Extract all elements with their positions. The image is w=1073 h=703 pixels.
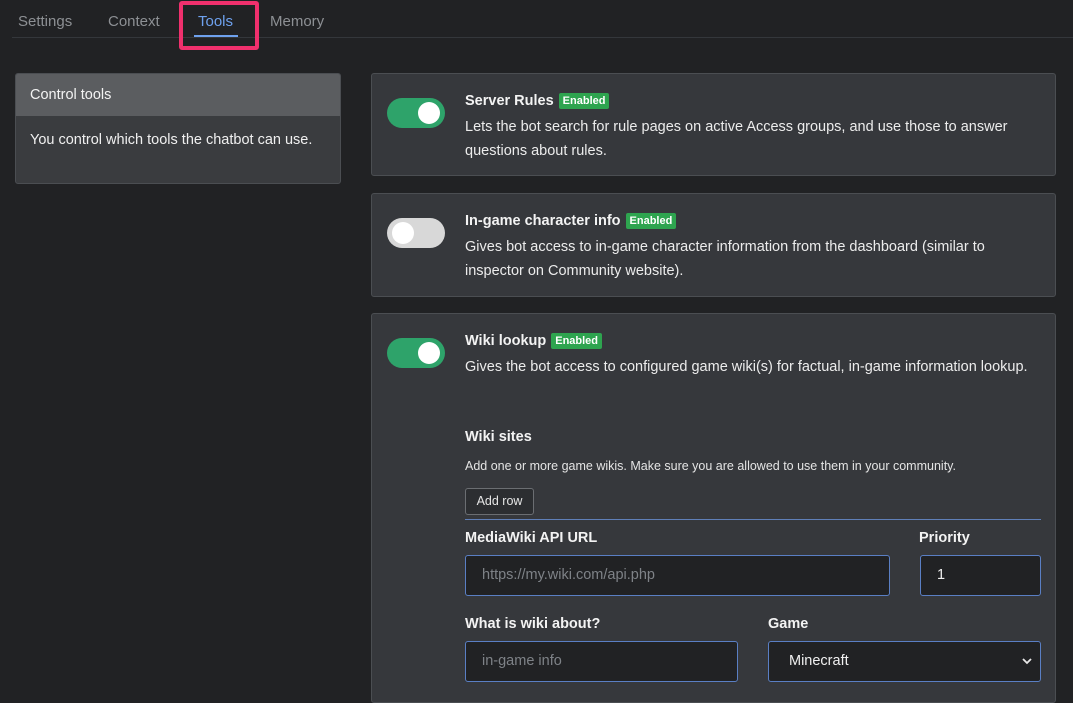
priority-input[interactable]: 1	[920, 555, 1041, 596]
wiki-sites-title: Wiki sites	[465, 429, 532, 445]
priority-label: Priority	[919, 530, 970, 546]
tool-title-wrapper: In-game character info Enabled	[465, 213, 677, 229]
wiki-lookup-toggle[interactable]	[387, 338, 445, 368]
chevron-down-icon	[1022, 658, 1032, 665]
tool-title: Server Rules	[465, 93, 554, 109]
tool-title: Wiki lookup	[465, 333, 547, 349]
tab-settings[interactable]: Settings	[18, 13, 72, 30]
game-label: Game	[768, 616, 809, 632]
toggle-knob	[418, 102, 440, 124]
wiki-about-label: What is wiki about?	[465, 616, 601, 632]
tool-title-wrapper: Server Rules Enabled	[465, 93, 610, 109]
tab-highlight-box	[179, 1, 259, 50]
tool-card-character-info: In-game character info Enabled Gives bot…	[371, 193, 1056, 297]
character-info-toggle[interactable]	[387, 218, 445, 248]
tool-description: Gives bot access to in-game character in…	[465, 239, 985, 279]
control-tools-panel: Control tools You control which tools th…	[15, 73, 341, 184]
toggle-knob	[392, 222, 414, 244]
wiki-sites-description: Add one or more game wikis. Make sure yo…	[465, 459, 956, 473]
tool-card-wiki-lookup: Wiki lookup Enabled Gives the bot access…	[371, 313, 1056, 703]
add-row-button[interactable]: Add row	[465, 488, 534, 515]
row-divider	[465, 519, 1041, 520]
tab-memory[interactable]: Memory	[270, 13, 324, 30]
tool-title-wrapper: Wiki lookup Enabled	[465, 333, 603, 349]
api-url-input[interactable]: https://my.wiki.com/api.php	[465, 555, 890, 596]
wiki-about-input[interactable]: in-game info	[465, 641, 738, 682]
game-select[interactable]: Minecraft	[768, 641, 1041, 682]
status-badge: Enabled	[558, 93, 610, 109]
status-badge: Enabled	[625, 213, 677, 229]
api-url-label: MediaWiki API URL	[465, 530, 598, 546]
game-select-value: Minecraft	[789, 653, 849, 669]
server-rules-toggle[interactable]	[387, 98, 445, 128]
tab-bar: Settings Context Tools Memory	[12, 0, 1073, 38]
info-panel-title: Control tools	[16, 74, 340, 116]
tool-description: Lets the bot search for rule pages on ac…	[465, 119, 1008, 159]
tool-card-server-rules: Server Rules Enabled Lets the bot search…	[371, 73, 1056, 176]
toggle-knob	[418, 342, 440, 364]
status-badge: Enabled	[551, 333, 603, 349]
tool-description: Gives the bot access to configured game …	[465, 359, 1028, 375]
info-panel-body: You control which tools the chatbot can …	[30, 132, 313, 148]
tool-title: In-game character info	[465, 213, 621, 229]
tab-context[interactable]: Context	[108, 13, 160, 30]
